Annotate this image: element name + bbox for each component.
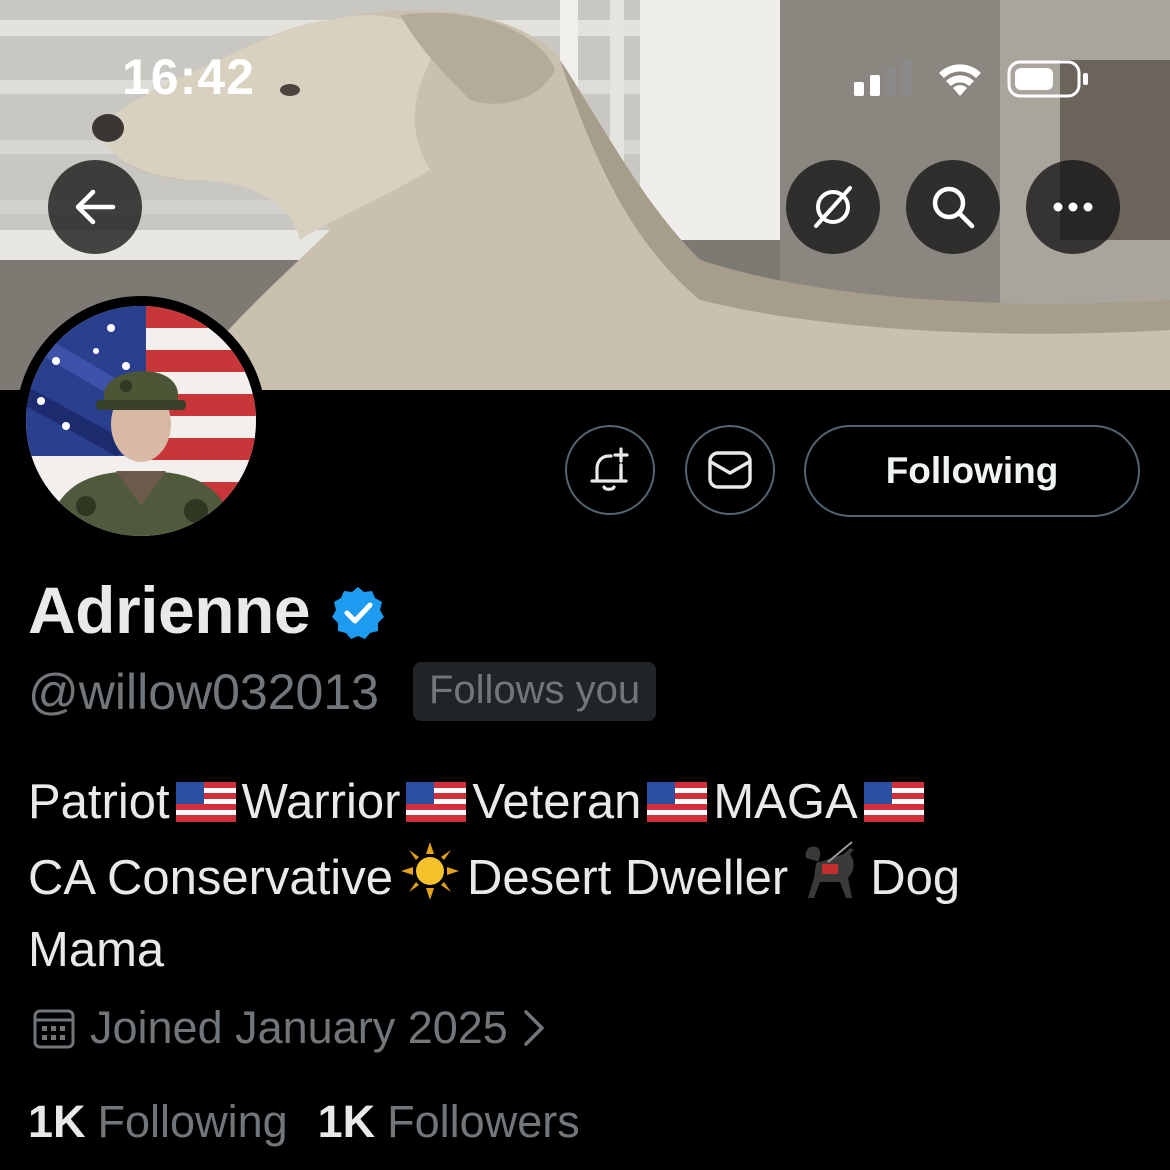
followers-count: 1K xyxy=(317,1096,376,1147)
bell-plus-icon xyxy=(590,447,629,491)
follows-you-badge: Follows you xyxy=(412,662,657,721)
joined-row[interactable]: Joined January 2025 xyxy=(32,1002,546,1054)
grok-button[interactable] xyxy=(786,160,880,254)
following-label: Following xyxy=(97,1096,288,1147)
us-flag-icon xyxy=(406,782,467,822)
bio-word: Mama xyxy=(28,923,165,977)
battery-icon xyxy=(1007,60,1088,98)
back-button[interactable] xyxy=(48,160,142,254)
us-flag-icon xyxy=(647,782,708,822)
bio-word: Desert Dweller xyxy=(466,851,789,905)
notifications-button[interactable] xyxy=(565,425,655,515)
arrow-left-icon xyxy=(75,189,116,225)
envelope-icon xyxy=(708,451,752,489)
avatar[interactable] xyxy=(16,296,266,546)
message-button[interactable] xyxy=(685,425,775,515)
bio-word: Veteran xyxy=(472,775,642,829)
followers-label: Followers xyxy=(387,1096,580,1147)
sun-icon xyxy=(400,842,459,900)
following-stat[interactable]: 1K Following xyxy=(28,1096,288,1148)
us-flag-icon xyxy=(863,782,924,822)
status-time: 16:42 xyxy=(122,49,255,105)
us-flag-icon xyxy=(175,782,236,822)
bio-word: MAGA xyxy=(713,775,858,829)
following-button[interactable]: Following xyxy=(804,425,1140,517)
bio-word: Patriot xyxy=(28,775,170,829)
wifi-icon xyxy=(939,64,981,96)
bio-word: Dog xyxy=(870,851,961,905)
status-icons xyxy=(852,56,1092,109)
handle: @willow032013 xyxy=(28,663,379,720)
bio-word: CA Conservative xyxy=(28,851,393,905)
avatar-photo xyxy=(26,306,256,536)
profile-name-row: Adrienne xyxy=(28,572,386,648)
followers-stat[interactable]: 1K Followers xyxy=(318,1096,580,1148)
grok-icon xyxy=(814,186,852,228)
joined-date: Joined January 2025 xyxy=(90,1002,508,1053)
calendar-icon xyxy=(33,1009,75,1049)
profile-bio: Patriot Warrior Veteran MAGA CA Conservative… xyxy=(28,766,1138,986)
handle-row: @willow032013 Follows you xyxy=(28,662,657,721)
follow-stats: 1K Following 1K Followers xyxy=(28,1096,580,1148)
signal-icon xyxy=(854,59,912,96)
service-dog-icon xyxy=(805,841,855,898)
chevron-right-icon xyxy=(524,1010,544,1046)
more-horizontal-icon xyxy=(1053,202,1093,212)
bio-word: Warrior xyxy=(241,775,401,829)
more-button[interactable] xyxy=(1026,160,1120,254)
display-name: Adrienne xyxy=(28,573,311,647)
verified-badge-icon[interactable] xyxy=(330,585,386,641)
search-button[interactable] xyxy=(906,160,1000,254)
following-count: 1K xyxy=(28,1096,86,1147)
search-icon xyxy=(932,186,975,229)
profile-page: 16:42 Following Adrienne @willow032013 F… xyxy=(0,0,1170,1170)
